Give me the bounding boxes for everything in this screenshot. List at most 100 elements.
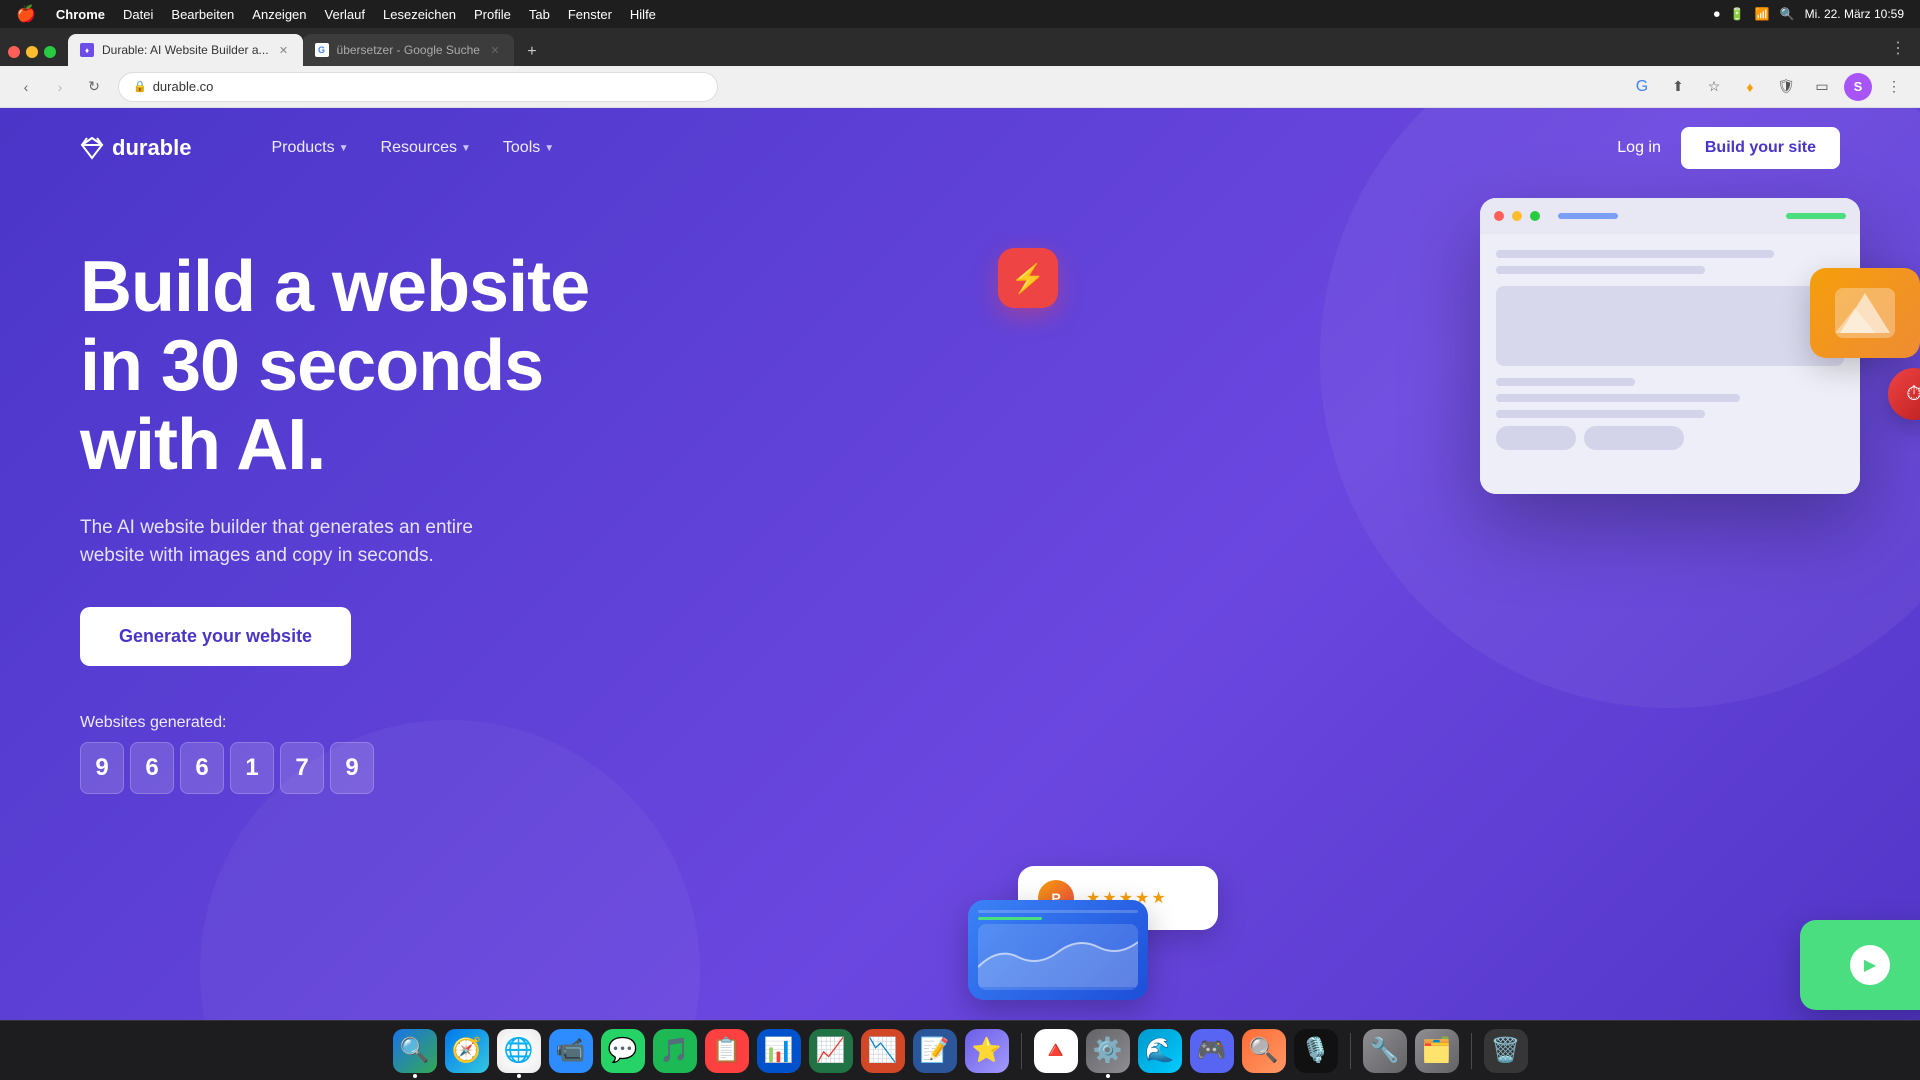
mockup-btn-2 xyxy=(1584,426,1684,450)
generate-website-button[interactable]: Generate your website xyxy=(80,607,351,666)
dock-toolbox2[interactable]: 🗂️ xyxy=(1415,1029,1459,1073)
digit-2: 6 xyxy=(180,742,224,794)
websites-counter: Websites generated: 9 6 6 1 7 9 xyxy=(80,714,1048,794)
dock-chrome[interactable]: 🌐 xyxy=(497,1029,541,1073)
dock-chrome-dot xyxy=(517,1074,521,1078)
minimize-window-button[interactable] xyxy=(26,46,38,58)
menu-profile[interactable]: Profile xyxy=(474,7,511,22)
tools-chevron-icon: ▼ xyxy=(544,143,554,154)
map-svg xyxy=(978,924,1138,990)
website-content: durable Products ▼ Resources ▼ Tools ▼ L… xyxy=(0,108,1920,1020)
map-bar-dark xyxy=(978,910,1138,913)
image-card-inner xyxy=(1835,288,1895,338)
tab-label-google: übersetzer - Google Suche xyxy=(337,43,480,57)
play-button[interactable]: ▶ xyxy=(1850,945,1890,985)
tab-label-durable: Durable: AI Website Builder a... xyxy=(102,43,269,57)
nav-resources[interactable]: Resources ▼ xyxy=(381,139,471,157)
tab-google[interactable]: G übersetzer - Google Suche ✕ xyxy=(303,34,514,66)
hero-title-line3: with AI. xyxy=(80,405,325,485)
tab-bar: ♦ Durable: AI Website Builder a... ✕ G ü… xyxy=(0,28,1920,66)
dock-word[interactable]: 📝 xyxy=(913,1029,957,1073)
dock-powerpoint[interactable]: 📉 xyxy=(861,1029,905,1073)
tab-favicon-durable: ♦ xyxy=(80,43,94,57)
dock-separator-1 xyxy=(1021,1033,1022,1069)
hero-section: Build a website in 30 seconds with AI. T… xyxy=(0,188,1920,1020)
google-account-icon[interactable]: G xyxy=(1628,73,1656,101)
dock-sysprefs-dot xyxy=(1106,1074,1110,1078)
forward-button[interactable]: › xyxy=(46,73,74,101)
dock-separator-2 xyxy=(1350,1033,1351,1069)
tab-favicon-google: G xyxy=(315,43,329,57)
mockup-buttons xyxy=(1496,426,1844,450)
hero-subtitle: The AI website builder that generates an… xyxy=(80,514,520,571)
image-card xyxy=(1810,268,1920,358)
timer-icon: ⏱ xyxy=(1906,383,1920,406)
mockup-row-2 xyxy=(1496,266,1705,274)
mockup-dot-yellow xyxy=(1512,211,1522,221)
dock-find-my[interactable]: 🔍 xyxy=(1242,1029,1286,1073)
timer-badge: ⏱ xyxy=(1888,368,1920,420)
bookmark-icon[interactable]: ☆ xyxy=(1700,73,1728,101)
dock-toolbox1[interactable]: 🔧 xyxy=(1363,1029,1407,1073)
build-site-button[interactable]: Build your site xyxy=(1681,127,1840,169)
dock-finder[interactable]: 🔍 xyxy=(393,1029,437,1073)
new-tab-button[interactable]: + xyxy=(518,38,546,66)
menu-chrome[interactable]: Chrome xyxy=(56,7,105,22)
macos-dock: 🔍 🧭 🌐 📹 💬 🎵 📋 📊 📈 📉 📝 ⭐ xyxy=(0,1020,1920,1080)
menu-fenster[interactable]: Fenster xyxy=(568,7,612,22)
nav-products[interactable]: Products ▼ xyxy=(271,139,348,157)
tab-durable[interactable]: ♦ Durable: AI Website Builder a... ✕ xyxy=(68,34,303,66)
mockup-bars xyxy=(1558,213,1618,219)
lightning-badge: ⚡ xyxy=(998,248,1058,308)
mockup-row-3 xyxy=(1496,378,1635,386)
menu-datei[interactable]: Datei xyxy=(123,7,153,22)
dock-notchmeister[interactable]: ⭐ xyxy=(965,1029,1009,1073)
dock-trash[interactable]: 🗑️ xyxy=(1484,1029,1528,1073)
dock-spotify[interactable]: 🎵 xyxy=(653,1029,697,1073)
tab-close-durable[interactable]: ✕ xyxy=(277,43,291,57)
menu-bearbeiten[interactable]: Bearbeiten xyxy=(171,7,234,22)
mockup-btn-1 xyxy=(1496,426,1576,450)
menu-hilfe[interactable]: Hilfe xyxy=(630,7,656,22)
more-options-icon[interactable]: ⋮ xyxy=(1880,73,1908,101)
spotlight-icon[interactable]: 🔍 xyxy=(1780,7,1795,21)
dock-finder-dot xyxy=(413,1074,417,1078)
menu-lesezeichen[interactable]: Lesezeichen xyxy=(383,7,456,22)
address-input[interactable]: 🔒 durable.co xyxy=(118,72,718,102)
dock-system-prefs[interactable]: ⚙️ xyxy=(1086,1029,1130,1073)
tab-list-button[interactable]: ⋮ xyxy=(1884,34,1912,62)
mockup-row-5 xyxy=(1496,410,1705,418)
dock-discord[interactable]: 🎮 xyxy=(1190,1029,1234,1073)
close-window-button[interactable] xyxy=(8,46,20,58)
counter-digits: 9 6 6 1 7 9 xyxy=(80,742,1048,794)
dock-trello[interactable]: 📊 xyxy=(757,1029,801,1073)
profile-avatar[interactable]: S xyxy=(1844,73,1872,101)
menu-verlauf[interactable]: Verlauf xyxy=(325,7,365,22)
menu-anzeigen[interactable]: Anzeigen xyxy=(252,7,306,22)
dock-google-drive[interactable]: 🔺 xyxy=(1034,1029,1078,1073)
reload-button[interactable]: ↻ xyxy=(80,73,108,101)
mockup-row-1 xyxy=(1496,250,1774,258)
tab-close-google[interactable]: ✕ xyxy=(488,43,502,57)
login-button[interactable]: Log in xyxy=(1617,139,1661,157)
lightning-icon: ⚡ xyxy=(1011,262,1046,295)
back-button[interactable]: ‹ xyxy=(12,73,40,101)
extension-icon[interactable]: ♦ xyxy=(1736,73,1764,101)
dock-music-viz[interactable]: 🎙️ xyxy=(1294,1029,1338,1073)
share-icon[interactable]: ⬆ xyxy=(1664,73,1692,101)
maximize-window-button[interactable] xyxy=(44,46,56,58)
apple-icon[interactable]: 🍎 xyxy=(16,4,36,24)
dock-whatsapp[interactable]: 💬 xyxy=(601,1029,645,1073)
menu-tab[interactable]: Tab xyxy=(529,7,550,22)
dock-zoom[interactable]: 📹 xyxy=(549,1029,593,1073)
site-logo[interactable]: durable xyxy=(80,135,191,161)
dock-arc[interactable]: 🌊 xyxy=(1138,1029,1182,1073)
dock-stack[interactable]: 📋 xyxy=(705,1029,749,1073)
nav-tools[interactable]: Tools ▼ xyxy=(503,139,554,157)
nav-actions: Log in Build your site xyxy=(1617,127,1840,169)
shield-extension-icon[interactable]: 🛡 xyxy=(1772,73,1800,101)
sidebar-toggle-icon[interactable]: ▭ xyxy=(1808,73,1836,101)
mockup-bar-cta xyxy=(1786,213,1846,219)
dock-safari[interactable]: 🧭 xyxy=(445,1029,489,1073)
dock-excel[interactable]: 📈 xyxy=(809,1029,853,1073)
